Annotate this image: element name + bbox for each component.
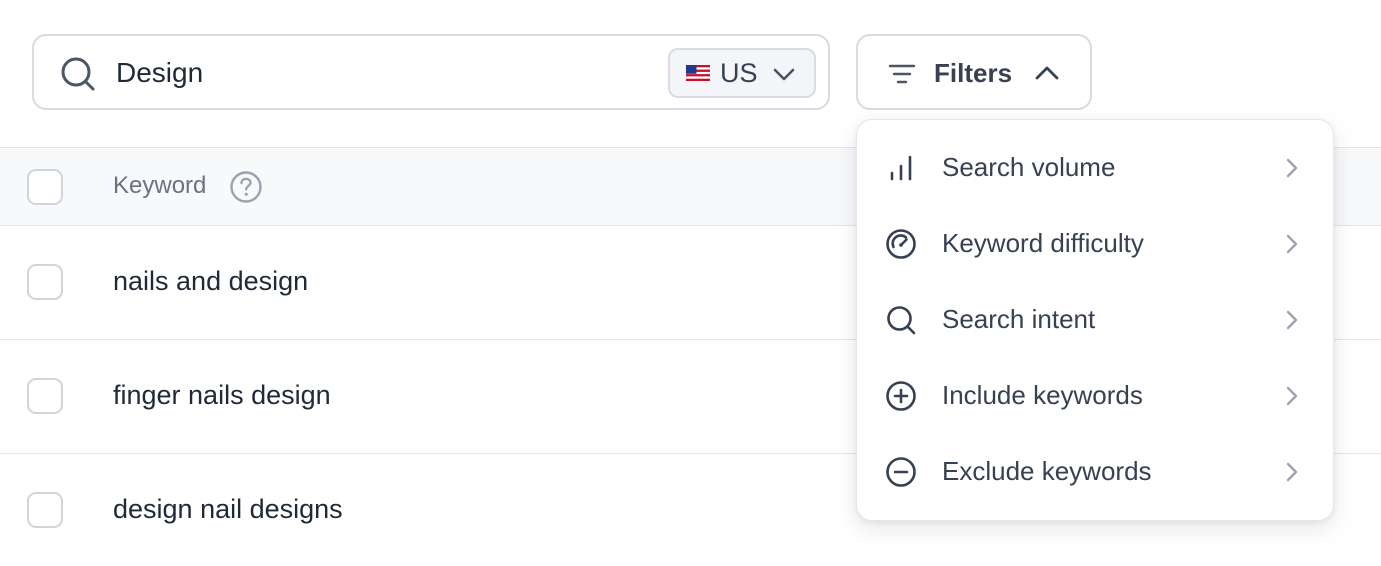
column-header-keyword[interactable]: Keyword: [113, 172, 206, 200]
menu-item-label: Exclude keywords: [942, 456, 1152, 486]
chevron-right-icon: [1286, 158, 1298, 178]
minus-circle-icon: [886, 457, 916, 487]
help-circle-icon[interactable]: [229, 170, 263, 204]
country-label: US: [720, 57, 758, 88]
chevron-right-icon: [1286, 386, 1298, 406]
select-all-checkbox[interactable]: [27, 169, 63, 205]
bar-chart-icon: [890, 155, 912, 181]
menu-item-keyword-difficulty[interactable]: Keyword difficulty: [857, 206, 1333, 282]
plus-circle-icon: [886, 381, 916, 411]
chevron-down-icon: [773, 68, 795, 81]
row-checkbox[interactable]: [27, 264, 63, 300]
row-keyword: nails and design: [113, 266, 309, 296]
menu-item-label: Keyword difficulty: [942, 228, 1144, 258]
us-flag-icon: [686, 65, 710, 81]
chevron-right-icon: [1286, 462, 1298, 482]
menu-item-label: Include keywords: [942, 380, 1143, 410]
filters-button[interactable]: Filters: [856, 34, 1092, 110]
search-bar[interactable]: US: [32, 34, 830, 110]
filter-lines-icon: [888, 64, 916, 84]
country-select[interactable]: US: [668, 48, 816, 98]
search-icon: [887, 306, 916, 335]
keyword-research-page: US Filters Keyword nails and design: [0, 0, 1381, 566]
row-keyword: design nail designs: [113, 494, 343, 524]
filters-dropdown-menu: Search volume Keyword difficulty Search …: [856, 119, 1334, 521]
chevron-right-icon: [1286, 234, 1298, 254]
search-input[interactable]: [114, 48, 654, 98]
chevron-up-icon: [1035, 66, 1059, 80]
menu-item-search-intent[interactable]: Search intent: [857, 282, 1333, 358]
search-icon: [61, 57, 95, 91]
menu-item-exclude-keywords[interactable]: Exclude keywords: [857, 434, 1333, 510]
menu-item-label: Search intent: [942, 304, 1096, 334]
chevron-right-icon: [1286, 310, 1298, 330]
row-checkbox[interactable]: [27, 378, 63, 414]
menu-item-label: Search volume: [942, 152, 1116, 182]
row-keyword: finger nails design: [113, 380, 331, 410]
gauge-icon: [886, 229, 916, 259]
menu-item-search-volume[interactable]: Search volume: [857, 130, 1333, 206]
row-checkbox[interactable]: [27, 492, 63, 528]
menu-item-include-keywords[interactable]: Include keywords: [857, 358, 1333, 434]
filters-label: Filters: [934, 58, 1013, 88]
